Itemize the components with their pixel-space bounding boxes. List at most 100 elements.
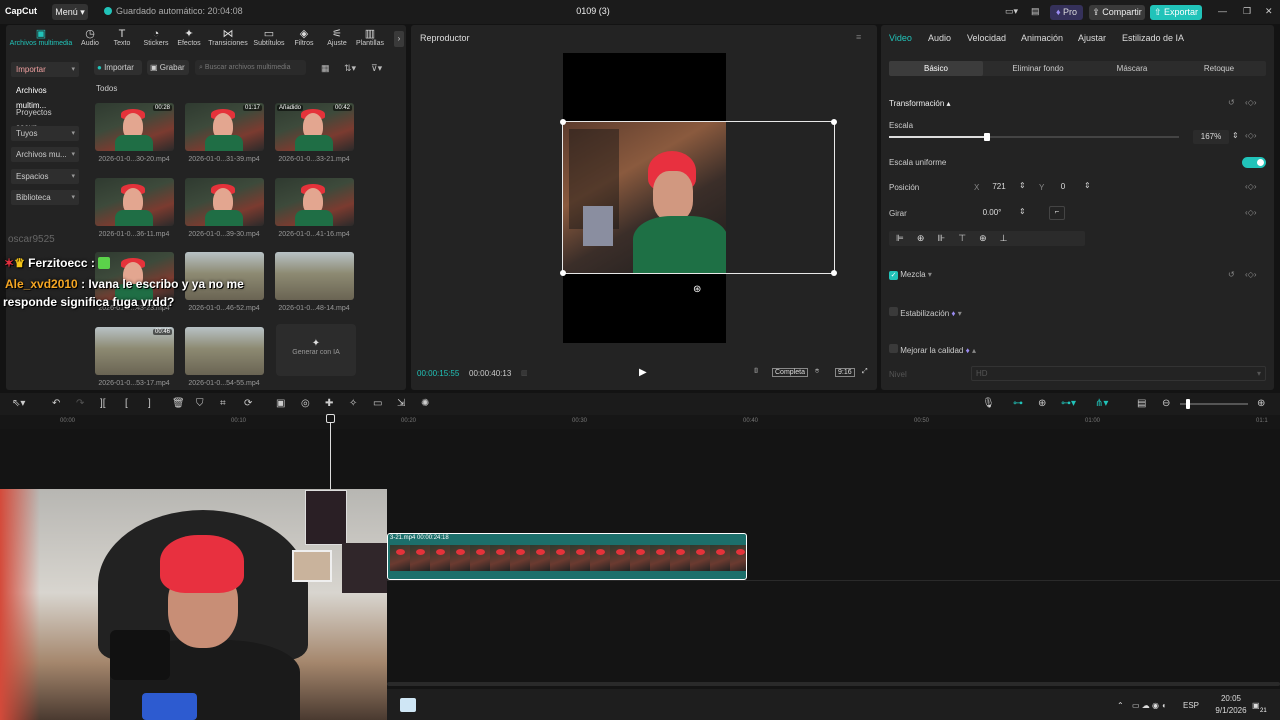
- keyboard-icon[interactable]: ▤: [1031, 6, 1040, 17]
- selection-box[interactable]: [560, 119, 837, 276]
- zoom-slider[interactable]: [1180, 399, 1248, 409]
- close-icon[interactable]: ✕: [1265, 6, 1273, 17]
- split-icon[interactable]: ][: [100, 398, 106, 409]
- stepper-icon[interactable]: ⇕: [1019, 181, 1026, 190]
- subtab-retouch[interactable]: Retoque: [1172, 61, 1266, 76]
- subtab-basic[interactable]: Básico: [889, 61, 983, 76]
- level-select[interactable]: HD ▾: [971, 366, 1266, 381]
- tab-video[interactable]: Video: [889, 33, 912, 43]
- snapshot-icon[interactable]: ⌾: [815, 368, 819, 376]
- marker-icon[interactable]: ✚: [325, 398, 333, 409]
- reset-icon[interactable]: ↺: [1228, 98, 1235, 107]
- tab-speed[interactable]: Velocidad: [967, 33, 1006, 43]
- checkbox-icon[interactable]: [889, 307, 898, 316]
- split-right-icon[interactable]: ]: [148, 398, 151, 409]
- blend-section[interactable]: ✓ Mezcla ▾: [889, 270, 932, 280]
- sort-icon[interactable]: ⇅▾: [344, 63, 356, 74]
- export-button[interactable]: ⇧ Exportar: [1150, 5, 1202, 20]
- align-right-icon[interactable]: ⊪: [937, 233, 958, 243]
- transform-section[interactable]: Transformación ▴: [889, 99, 951, 108]
- checkbox-icon[interactable]: [889, 344, 898, 353]
- link-icon[interactable]: ⊶: [1013, 398, 1023, 409]
- align-bottom-icon[interactable]: ⊥: [1000, 233, 1021, 243]
- media-thumbnail[interactable]: [275, 178, 354, 226]
- player-menu-icon[interactable]: ≡: [856, 32, 861, 42]
- uniform-scale-toggle[interactable]: [1242, 157, 1266, 168]
- tab-ai-style[interactable]: Estilizado de IA: [1122, 33, 1184, 43]
- tab-adjust[interactable]: ⚟ Ajuste: [324, 28, 350, 52]
- subtitle-icon[interactable]: ▭: [373, 398, 382, 409]
- chevron-up-icon[interactable]: ⌃: [1117, 701, 1124, 710]
- checkbox-checked-icon[interactable]: ✓: [889, 271, 898, 280]
- video-clip[interactable]: 3-21.mp4 00:00:24:18: [387, 533, 747, 580]
- fullscreen-icon[interactable]: ⤢: [862, 368, 868, 376]
- keyframe-icon[interactable]: ‹◇›: [1245, 98, 1256, 107]
- record-button[interactable]: ▣ Grabar: [147, 60, 189, 75]
- mute-icon[interactable]: ⌷: [754, 368, 758, 376]
- rotate-input[interactable]: 0.00°: [969, 206, 1015, 220]
- tab-stickers[interactable]: ◔ Stickers: [140, 28, 172, 52]
- minimize-icon[interactable]: —: [1218, 6, 1227, 16]
- magic-icon[interactable]: ✧: [349, 398, 357, 409]
- split-left-icon[interactable]: [: [125, 398, 128, 409]
- keyframe-icon[interactable]: ‹◇›: [1245, 208, 1256, 217]
- freeze-icon[interactable]: ▣: [276, 398, 285, 409]
- rotate-handle-icon[interactable]: ⊛: [693, 284, 701, 295]
- tray-icons[interactable]: ▭ ☁ ◉ ◖: [1132, 701, 1166, 710]
- media-thumbnail[interactable]: Añadido 00:42: [275, 103, 354, 151]
- sidebar-item-archives[interactable]: Archivos mu... ▾: [11, 147, 79, 162]
- tab-animation[interactable]: Animación: [1021, 33, 1063, 43]
- clock-date[interactable]: 9/1/2026: [1204, 706, 1258, 715]
- sidebar-item-library[interactable]: Biblioteca ▾: [11, 190, 79, 205]
- subtab-mask[interactable]: Máscara: [1085, 61, 1179, 76]
- tab-audio[interactable]: Audio: [928, 33, 951, 43]
- tab-subtitles[interactable]: ▭ Subtítulos: [252, 28, 286, 52]
- export-frame-icon[interactable]: ⇲: [397, 398, 405, 409]
- sidebar-item-media[interactable]: Archivos multim...: [11, 83, 79, 110]
- grid-view-icon[interactable]: ▦: [321, 63, 330, 74]
- link-icon[interactable]: ⊶▾: [1061, 398, 1076, 409]
- crop-icon[interactable]: ⌗: [220, 398, 226, 409]
- tab-audio[interactable]: ◷ Audio: [78, 28, 102, 52]
- cursor-icon[interactable]: ⇖▾: [12, 398, 25, 409]
- clock-time[interactable]: 20:05: [1209, 694, 1253, 703]
- sidebar-item-yours[interactable]: Tuyos ▾: [11, 126, 79, 141]
- sidebar-import[interactable]: Importar ▾: [11, 62, 79, 77]
- resize-handle[interactable]: [831, 270, 837, 276]
- stepper-icon[interactable]: ⇕: [1019, 207, 1026, 216]
- sidebar-item-projects[interactable]: Proyectos secun...: [11, 105, 79, 132]
- shield-icon[interactable]: ⛉: [196, 398, 204, 409]
- scale-input[interactable]: 167%: [1193, 130, 1229, 144]
- speed-icon[interactable]: ◎: [301, 398, 310, 409]
- zoom-in-icon[interactable]: ⊕: [1257, 398, 1265, 409]
- tab-adjust[interactable]: Ajustar: [1078, 33, 1106, 43]
- delete-icon[interactable]: 🗑: [172, 398, 185, 409]
- layout-icon[interactable]: ▭▾: [1005, 6, 1018, 17]
- stabilization-section[interactable]: Estabilización ♦ ▾: [889, 307, 962, 318]
- auto-reframe-icon[interactable]: ⟳: [244, 398, 252, 409]
- align-middle-icon[interactable]: ⊕: [979, 233, 1000, 243]
- maximize-icon[interactable]: ❐: [1243, 6, 1251, 17]
- align-left-icon[interactable]: ⊫: [896, 233, 917, 243]
- ratio-select[interactable]: 9:16: [835, 368, 855, 377]
- capcut-taskbar-icon[interactable]: [400, 698, 416, 712]
- zoom-out-icon[interactable]: ⊖: [1162, 398, 1170, 409]
- stepper-icon[interactable]: ⇕: [1232, 131, 1239, 140]
- waveform-icon[interactable]: ▥: [521, 369, 528, 377]
- timeline-ruler[interactable]: 00:00 00:10 00:20 00:30 00:40 00:50 01:0…: [0, 415, 1280, 429]
- notification-icon[interactable]: ▣: [1252, 701, 1260, 710]
- stepper-icon[interactable]: ⇕: [1084, 181, 1091, 190]
- tab-filters[interactable]: ◈ Filtros: [292, 28, 316, 52]
- quality-select[interactable]: Completa: [772, 368, 808, 377]
- tab-effects[interactable]: ✦ Efectos: [175, 28, 203, 52]
- reset-icon[interactable]: ↺: [1228, 270, 1235, 279]
- media-thumbnail[interactable]: [185, 327, 264, 375]
- pro-button[interactable]: ♦ Pro: [1050, 5, 1083, 20]
- keyframe-icon[interactable]: ‹◇›: [1245, 131, 1256, 140]
- tab-transitions[interactable]: ⋈ Transiciones: [207, 28, 249, 52]
- subtab-remove-bg[interactable]: Eliminar fondo: [991, 61, 1085, 76]
- tab-media[interactable]: ▣ Archivos multimedia: [8, 28, 74, 52]
- ai-icon[interactable]: ✺: [421, 398, 429, 409]
- media-thumbnail[interactable]: [275, 252, 354, 300]
- microphone-icon[interactable]: 🎙: [982, 398, 995, 409]
